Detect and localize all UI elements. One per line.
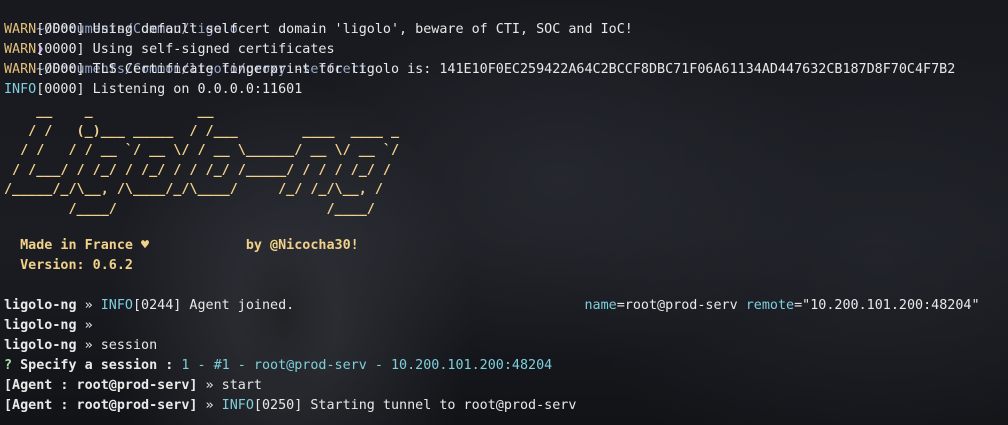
banner-line: / / / / __ `/ __ \/ / __ \______/ __ \/ … — [4, 143, 400, 159]
banner-line: /_____/_/\__, /\____/_/\____/ /_/ /_/\__… — [4, 182, 383, 198]
ascii-banner: __ _ __ / / (_)___ _____ / /___ ____ ___… — [4, 102, 399, 220]
log-line: WARN[0000] TLS Certificate fingerprint f… — [4, 62, 956, 77]
empty-prompt-line: ligolo-ng » — [4, 318, 101, 333]
shell-command-line: ~/Documents/Common/ligolo ❯ ~/Documents/… — [4, 0, 1008, 77]
log-line: INFO[0000] Listening on 0.0.0.0:11601 — [4, 82, 303, 97]
made-in-line: Made in France ♥ by @Nicocha30! — [4, 238, 359, 253]
ligolo-session: ligolo-ng » INFO[0244] Agent joined. nam… — [4, 296, 980, 416]
agent-joined-line: ligolo-ng » INFO[0244] Agent joined. nam… — [4, 298, 980, 313]
specify-session-line[interactable]: ? Specify a session : 1 - #1 - root@prod… — [4, 356, 980, 376]
terminal-output: ~/Documents/Common/ligolo ❯ ~/Documents/… — [4, 0, 1008, 100]
log-line: WARN[0000] Using self-signed certificate… — [4, 42, 335, 57]
banner-line: /____/ /____/ — [4, 201, 375, 217]
tunnel-start-line: [Agent : root@prod-serv] » INFO[0250] St… — [4, 398, 577, 413]
version-line: Version: 0.6.2 — [4, 258, 133, 273]
credits: Made in France ♥ by @Nicocha30! Version:… — [4, 236, 359, 276]
agent-start-line: [Agent : root@prod-serv] » start — [4, 378, 262, 393]
banner-line: / / (_)___ _____ / /___ ____ ____ _ — [4, 123, 400, 139]
banner-line: __ _ __ — [4, 104, 214, 119]
log-line: WARN[0000] Using default selfcert domain… — [4, 22, 633, 37]
banner-line: / /___/ / /_/ / /_/ / / /_/ /_____/ / / … — [4, 162, 391, 178]
session-command-line: ligolo-ng » session — [4, 338, 158, 353]
